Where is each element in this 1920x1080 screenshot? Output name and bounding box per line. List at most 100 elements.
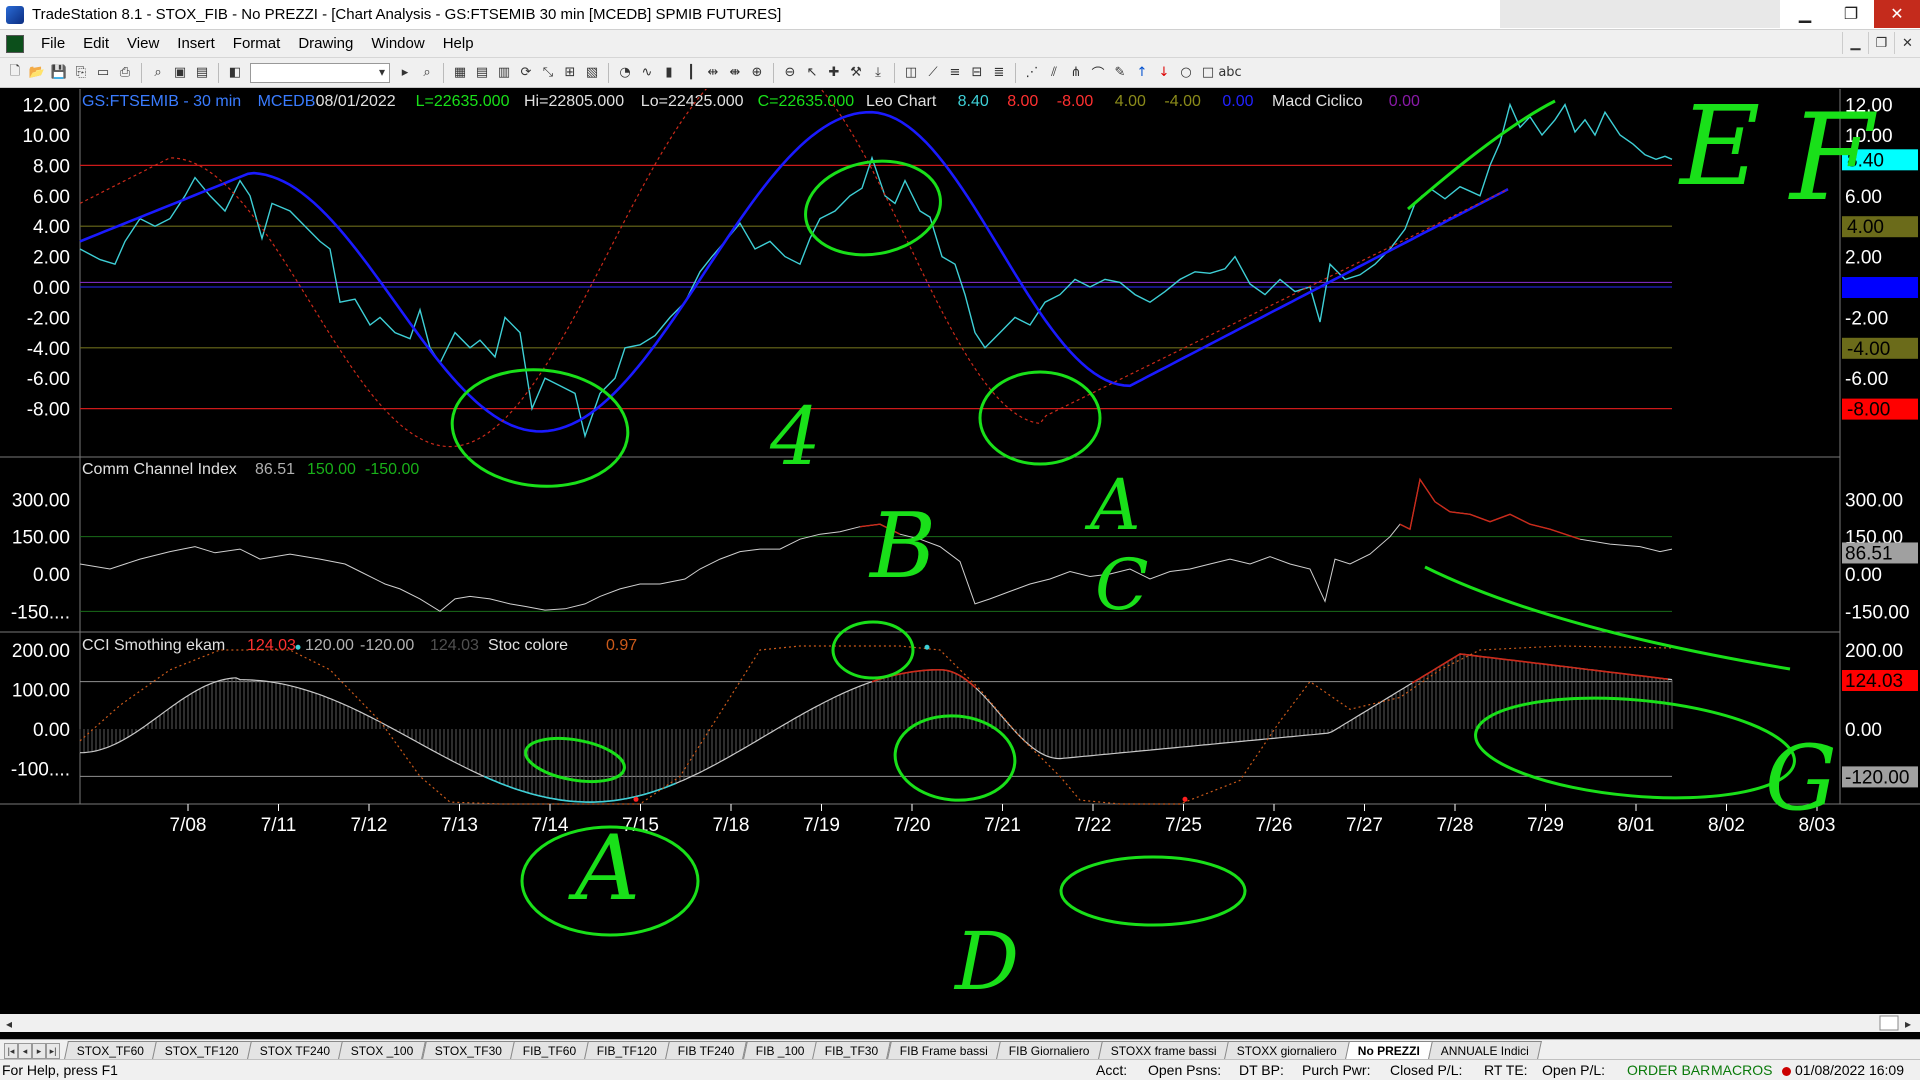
symbol-combo[interactable] [250, 62, 390, 83]
workspace-tab[interactable]: No PREZZI [1345, 1041, 1434, 1059]
menu-help[interactable]: Help [434, 35, 483, 52]
chart-icon[interactable]: ◧ [226, 64, 244, 82]
workspace-tab-label: STOXX giornaliero [1237, 1044, 1337, 1058]
scrollbar-thumb[interactable] [1879, 1015, 1899, 1031]
channel-icon[interactable]: ⫽ [1045, 64, 1063, 82]
mdi-minimize-button[interactable]: ▁ [1842, 32, 1868, 54]
shrink-icon[interactable]: ⇼ [726, 64, 744, 82]
minimize-button[interactable]: ▁ [1782, 0, 1828, 28]
andrew-icon[interactable]: ⋔ [1067, 64, 1085, 82]
arc-icon[interactable]: ⌒ [1089, 64, 1107, 82]
candle-icon[interactable]: ┃ [682, 64, 700, 82]
workspace-tab[interactable]: FIB Frame bassi [886, 1041, 1001, 1059]
ruler-icon[interactable]: ⊟ [968, 64, 986, 82]
close-button[interactable]: ✕ [1874, 0, 1920, 28]
desktop-icon[interactable]: ▣ [171, 64, 189, 82]
tab-prev-button[interactable]: ◂ [18, 1043, 32, 1059]
save-icon[interactable]: 💾 [50, 64, 68, 82]
menu-file[interactable]: File [32, 35, 74, 52]
lines-icon[interactable]: ≡ [946, 64, 964, 82]
up-arrow-icon[interactable]: ↑ [1133, 64, 1151, 82]
menu-window[interactable]: Window [362, 35, 433, 52]
search-icon[interactable]: ⌕ [418, 64, 436, 82]
copy-icon[interactable]: ⎘ [72, 64, 90, 82]
workspace-tab[interactable]: FIB_TF60 [509, 1041, 590, 1059]
mdi-restore-button[interactable]: ❐ [1868, 32, 1894, 54]
grid-icon[interactable]: ▥ [495, 64, 513, 82]
new-doc-icon[interactable]: 🗋 [6, 64, 24, 82]
ekam-axis-label-right: 200.00 [1845, 641, 1903, 662]
chart-window-icon[interactable] [6, 34, 24, 53]
tab-last-button[interactable]: ▸| [46, 1043, 60, 1059]
signal-dot [633, 796, 639, 802]
workspace-tab[interactable]: FIB_TF120 [584, 1041, 671, 1059]
workspace-tab[interactable]: FIB _100 [742, 1041, 818, 1059]
mdi-close-button[interactable]: ✕ [1894, 32, 1920, 54]
workspace-tab[interactable]: STOX_TF30 [421, 1041, 515, 1059]
workspace-tab[interactable]: FIB_TF30 [812, 1041, 892, 1059]
insert-icon[interactable]: ⤓ [869, 64, 887, 82]
print-preview-icon[interactable]: ⌕ [149, 64, 167, 82]
tab-next-button[interactable]: ▸ [32, 1043, 46, 1059]
horizontal-scrollbar[interactable] [0, 1014, 1920, 1032]
annotation-circle [831, 620, 915, 680]
rect-icon[interactable]: □ [1199, 64, 1217, 82]
chart-header-text: -4.00 [1164, 93, 1201, 110]
circle-icon[interactable]: ○ [1177, 64, 1195, 82]
chart-header-text: -8.00 [1057, 93, 1094, 110]
gann-icon[interactable]: ⋰ [1023, 64, 1041, 82]
scroll-right-icon[interactable]: ▸ [1905, 1017, 1911, 1031]
chart-canvas[interactable]: 12.00 12.0010.00 10.008.006.00 6.004.002.00… [0, 89, 1920, 1039]
workspace-tab[interactable]: FIB Giornaliero [995, 1041, 1103, 1059]
fib-icon[interactable]: ≣ [990, 64, 1008, 82]
workspace-tab[interactable]: STOX _100 [338, 1041, 427, 1059]
bar-icon[interactable]: ▮ [660, 64, 678, 82]
zoom-in-icon[interactable]: ⊕ [748, 64, 766, 82]
menu-format[interactable]: Format [224, 35, 290, 52]
workspace-tab[interactable]: FIB TF240 [665, 1041, 748, 1059]
menu-insert[interactable]: Insert [168, 35, 224, 52]
workspace-tab[interactable]: STOXX frame bassi [1097, 1041, 1230, 1059]
menu-view[interactable]: View [118, 35, 168, 52]
window-icon[interactable]: ▦ [451, 64, 469, 82]
maximize-button[interactable]: ❐ [1828, 0, 1874, 28]
chart-window[interactable]: 12.00 12.00 10.00 10.00 8.00 6.00 6.00 4.00 2.00… [0, 89, 1920, 1039]
trend-icon[interactable]: ⟋ [924, 64, 942, 82]
workspace-tab[interactable]: STOX TF240 [247, 1041, 344, 1059]
expand-icon[interactable]: ⇹ [704, 64, 722, 82]
open-positions-label: Open Psns: [1148, 1062, 1222, 1078]
pen-icon[interactable]: ✎ [1111, 64, 1129, 82]
window3-icon[interactable]: ▧ [583, 64, 601, 82]
zoom-icon[interactable]: ⤡ [539, 64, 557, 82]
workspace-tab[interactable]: ANNUALE Indici [1428, 1041, 1543, 1059]
format-icon[interactable]: ◫ [902, 64, 920, 82]
rt-te-label: RT TE: [1484, 1062, 1528, 1078]
workspace-tab[interactable]: STOX_TF120 [152, 1041, 252, 1059]
cursor-icon[interactable]: ↖ [803, 64, 821, 82]
wave-icon[interactable]: ∿ [638, 64, 656, 82]
data-icon[interactable]: ⊞ [561, 64, 579, 82]
workspace-tab[interactable]: STOX_TF60 [64, 1041, 158, 1059]
window2-icon[interactable]: ▤ [473, 64, 491, 82]
date-label: 7/12 [351, 815, 388, 836]
chart-link-icon[interactable]: ⟳ [517, 64, 535, 82]
menu-edit[interactable]: Edit [74, 35, 118, 52]
macros-button[interactable]: MACROS [1711, 1062, 1772, 1078]
save-all-icon[interactable]: ▤ [193, 64, 211, 82]
open-icon[interactable]: 📂 [28, 64, 46, 82]
print-icon[interactable]: ⎙ [116, 64, 134, 82]
tool-icon[interactable]: ⚒ [847, 64, 865, 82]
cross-icon[interactable]: ✚ [825, 64, 843, 82]
workspace-tab[interactable]: STOXX giornaliero [1224, 1041, 1351, 1059]
menu-drawing[interactable]: Drawing [289, 35, 362, 52]
tab-first-button[interactable]: |◂ [4, 1043, 18, 1059]
folder-icon[interactable]: ▭ [94, 64, 112, 82]
scroll-left-icon[interactable]: ◂ [6, 1017, 12, 1031]
pie-icon[interactable]: ◔ [616, 64, 634, 82]
zoom-out-icon[interactable]: ⊖ [781, 64, 799, 82]
down-arrow-icon[interactable]: ↓ [1155, 64, 1173, 82]
arrow-icon[interactable]: ▸ [396, 64, 414, 82]
workspace-tab-label: STOX TF240 [259, 1044, 331, 1058]
text-icon[interactable]: abc [1218, 64, 1241, 82]
order-bar-button[interactable]: ORDER BAR [1627, 1062, 1710, 1078]
